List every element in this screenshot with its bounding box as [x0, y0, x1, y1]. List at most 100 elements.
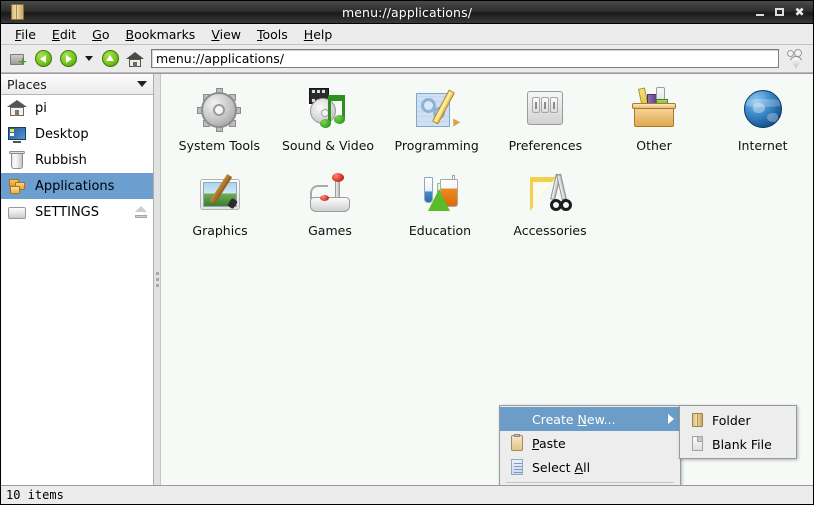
- context-menu: Create New... Paste Select All: [499, 405, 681, 485]
- back-arrow-icon: [34, 50, 52, 67]
- places-header[interactable]: Places: [1, 74, 153, 95]
- eject-icon[interactable]: [133, 205, 149, 219]
- sidebar-item-applications[interactable]: Applications: [1, 173, 153, 199]
- icon-item-internet[interactable]: Internet: [712, 82, 813, 153]
- tools-icon: [786, 48, 806, 69]
- icon-item-other[interactable]: Other: [604, 82, 705, 153]
- forward-arrow-icon: [59, 50, 77, 67]
- icon-item-accessories[interactable]: Accessories: [499, 167, 601, 238]
- submenu-item-folder[interactable]: Folder: [680, 408, 796, 432]
- paste-icon: [508, 434, 526, 452]
- icon-view[interactable]: System Tools Sound & Video Programming P…: [161, 74, 813, 485]
- games-icon: [306, 171, 354, 219]
- chevron-down-icon[interactable]: [137, 81, 147, 87]
- places-header-label: Places: [7, 76, 47, 92]
- sidebar-item-settings[interactable]: SETTINGS: [1, 199, 153, 225]
- context-menu-separator: [506, 482, 674, 483]
- sidebar-item-label: pi: [35, 100, 47, 116]
- address-input[interactable]: menu://applications/: [151, 49, 779, 68]
- content-area: Places pi Desktop Rubbish Applications S…: [1, 73, 813, 485]
- new-tab-button[interactable]: +: [6, 47, 30, 71]
- icon-item-label: Preferences: [508, 138, 583, 153]
- submenu-item-blank-file[interactable]: Blank File: [680, 432, 796, 456]
- window-title: menu://applications/: [341, 4, 473, 20]
- sidebar-item-label: Applications: [35, 178, 115, 194]
- menu-help[interactable]: Help: [296, 25, 341, 44]
- minimize-button[interactable]: [754, 7, 765, 18]
- sidebar-item-pi[interactable]: pi: [1, 95, 153, 121]
- icon-row: System Tools Sound & Video Programming P…: [161, 82, 813, 153]
- create-new-submenu: Folder Blank File: [679, 405, 797, 459]
- titlebar[interactable]: menu://applications/ ✖: [1, 1, 813, 24]
- home-icon: [126, 51, 144, 67]
- chevron-down-icon: [85, 56, 93, 61]
- menu-file[interactable]: File: [7, 25, 44, 44]
- menu-bookmarks[interactable]: Bookmarks: [117, 25, 203, 44]
- sidebar-item-label: Rubbish: [35, 152, 87, 168]
- icon-item-label: Education: [408, 223, 472, 238]
- education-icon: [416, 171, 464, 219]
- internet-icon: [739, 86, 787, 134]
- up-button[interactable]: [98, 47, 122, 71]
- context-menu-item-label: Create New...: [532, 411, 616, 427]
- icon-item-education[interactable]: Education: [389, 167, 491, 238]
- back-button[interactable]: [31, 47, 55, 71]
- sidebar-item-rubbish[interactable]: Rubbish: [1, 147, 153, 173]
- context-menu-item-label: Paste: [532, 435, 566, 451]
- icon-item-label: Internet: [737, 138, 788, 153]
- icon-item-label: Programming: [394, 138, 479, 153]
- context-menu-item-paste[interactable]: Paste: [500, 431, 680, 455]
- maximize-button[interactable]: [774, 7, 785, 18]
- history-dropdown-button[interactable]: [81, 47, 97, 71]
- icon-item-label: Games: [308, 223, 352, 238]
- other-icon: [630, 86, 678, 134]
- context-menu-item-create-new[interactable]: Create New...: [500, 407, 680, 431]
- close-button[interactable]: ✖: [794, 6, 805, 18]
- context-menu-item-select-all[interactable]: Select All: [500, 455, 680, 479]
- folder-icon: [688, 411, 706, 429]
- context-menu-item-label: Select All: [532, 459, 591, 475]
- sidebar-splitter[interactable]: [154, 74, 161, 485]
- places-list: pi Desktop Rubbish Applications SETTINGS: [1, 95, 153, 485]
- menu-view[interactable]: View: [203, 25, 249, 44]
- icon-item-label: Accessories: [513, 223, 587, 238]
- graphics-icon: [196, 171, 244, 219]
- blank-icon: [508, 410, 526, 428]
- file-manager-window: menu://applications/ ✖ File Edit Go Book…: [0, 0, 814, 505]
- icon-item-games[interactable]: Games: [279, 167, 381, 238]
- icon-item-label: Other: [636, 138, 672, 153]
- menu-edit[interactable]: Edit: [44, 25, 84, 44]
- preferences-icon: [521, 86, 569, 134]
- menubar: File Edit Go Bookmarks View Tools Help: [1, 24, 813, 45]
- icon-item-system-tools[interactable]: System Tools: [169, 82, 270, 153]
- places-sidebar: Places pi Desktop Rubbish Applications S…: [1, 74, 154, 485]
- sound-video-icon: [304, 86, 352, 134]
- drive-icon: [7, 202, 27, 222]
- menu-go[interactable]: Go: [84, 25, 117, 44]
- home-icon: [7, 98, 27, 118]
- tools-button[interactable]: [784, 47, 808, 71]
- trash-icon: [7, 150, 27, 170]
- icon-item-sound-video[interactable]: Sound & Video: [278, 82, 379, 153]
- menu-tools[interactable]: Tools: [249, 25, 296, 44]
- icon-item-label: Graphics: [192, 223, 248, 238]
- icon-item-programming[interactable]: Programming: [386, 82, 487, 153]
- sidebar-item-label: Desktop: [35, 126, 89, 142]
- programming-icon: [413, 86, 461, 134]
- icon-item-label: System Tools: [178, 138, 261, 153]
- sidebar-item-desktop[interactable]: Desktop: [1, 121, 153, 147]
- home-button[interactable]: [123, 47, 147, 71]
- up-arrow-icon: [101, 50, 119, 67]
- select-all-icon: [508, 458, 526, 476]
- accessories-icon: [526, 171, 574, 219]
- desktop-icon: [7, 124, 27, 144]
- icon-item-graphics[interactable]: Graphics: [169, 167, 271, 238]
- icon-row: Graphics Games Education Accessories: [161, 167, 813, 238]
- toolbar: + menu://applications/: [1, 45, 813, 73]
- window-controls: ✖: [754, 6, 813, 18]
- icon-item-preferences[interactable]: Preferences: [495, 82, 596, 153]
- blank-file-icon: [688, 435, 706, 453]
- icon-item-label: Sound & Video: [281, 138, 375, 153]
- forward-button[interactable]: [56, 47, 80, 71]
- submenu-arrow-icon: [668, 414, 674, 424]
